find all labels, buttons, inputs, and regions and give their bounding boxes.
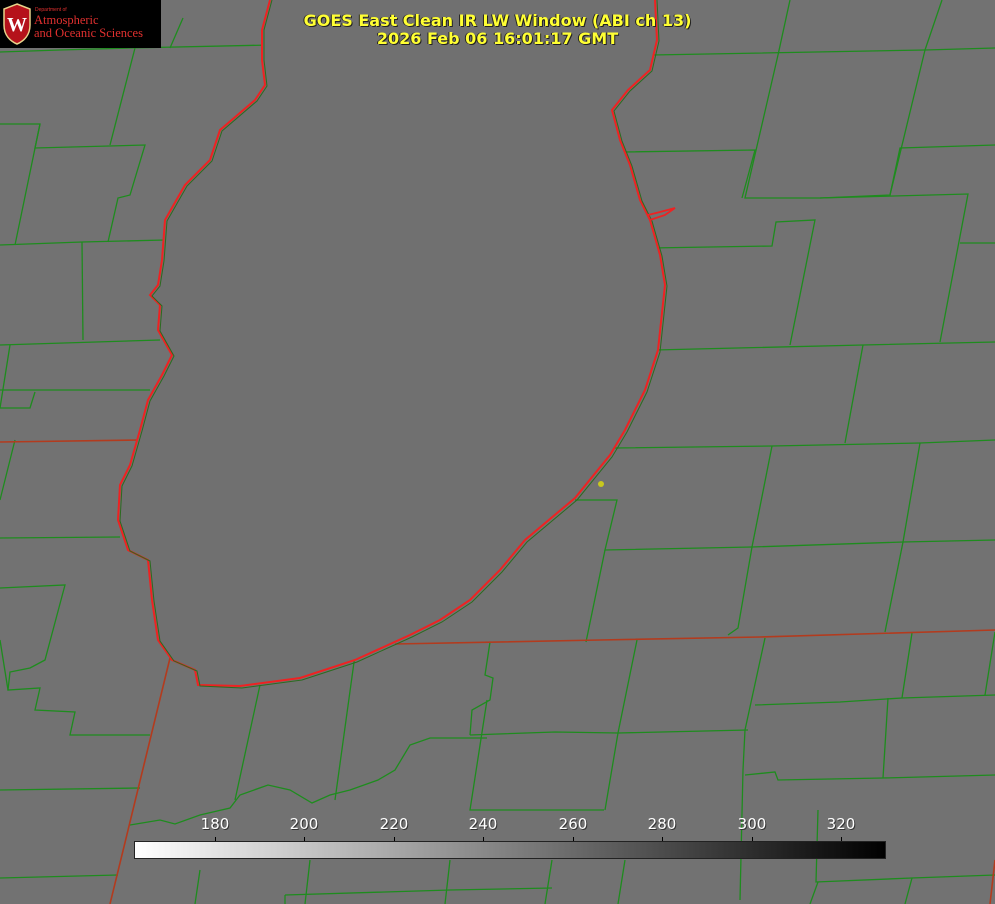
- satellite-map-view: W Department of Atmospheric and Oceanic …: [0, 0, 995, 904]
- image-title: GOES East Clean IR LW Window (ABI ch 13): [303, 11, 692, 30]
- colorbar-tick-label: 240: [468, 815, 498, 833]
- station-marker: [598, 481, 604, 487]
- image-timestamp: 2026 Feb 06 16:01:17 GMT: [376, 29, 619, 48]
- colorbar-tick-label: 320: [826, 815, 856, 833]
- temperature-colorbar: [134, 841, 886, 859]
- colorbar-tick-label: 280: [647, 815, 677, 833]
- colorbar-tick-label: 260: [558, 815, 588, 833]
- map-canvas: [0, 0, 995, 904]
- colorbar-tick-label: 300: [737, 815, 767, 833]
- colorbar-tick-label: 180: [200, 815, 230, 833]
- colorbar-tick-label: 220: [379, 815, 409, 833]
- colorbar-tick-label: 200: [289, 815, 319, 833]
